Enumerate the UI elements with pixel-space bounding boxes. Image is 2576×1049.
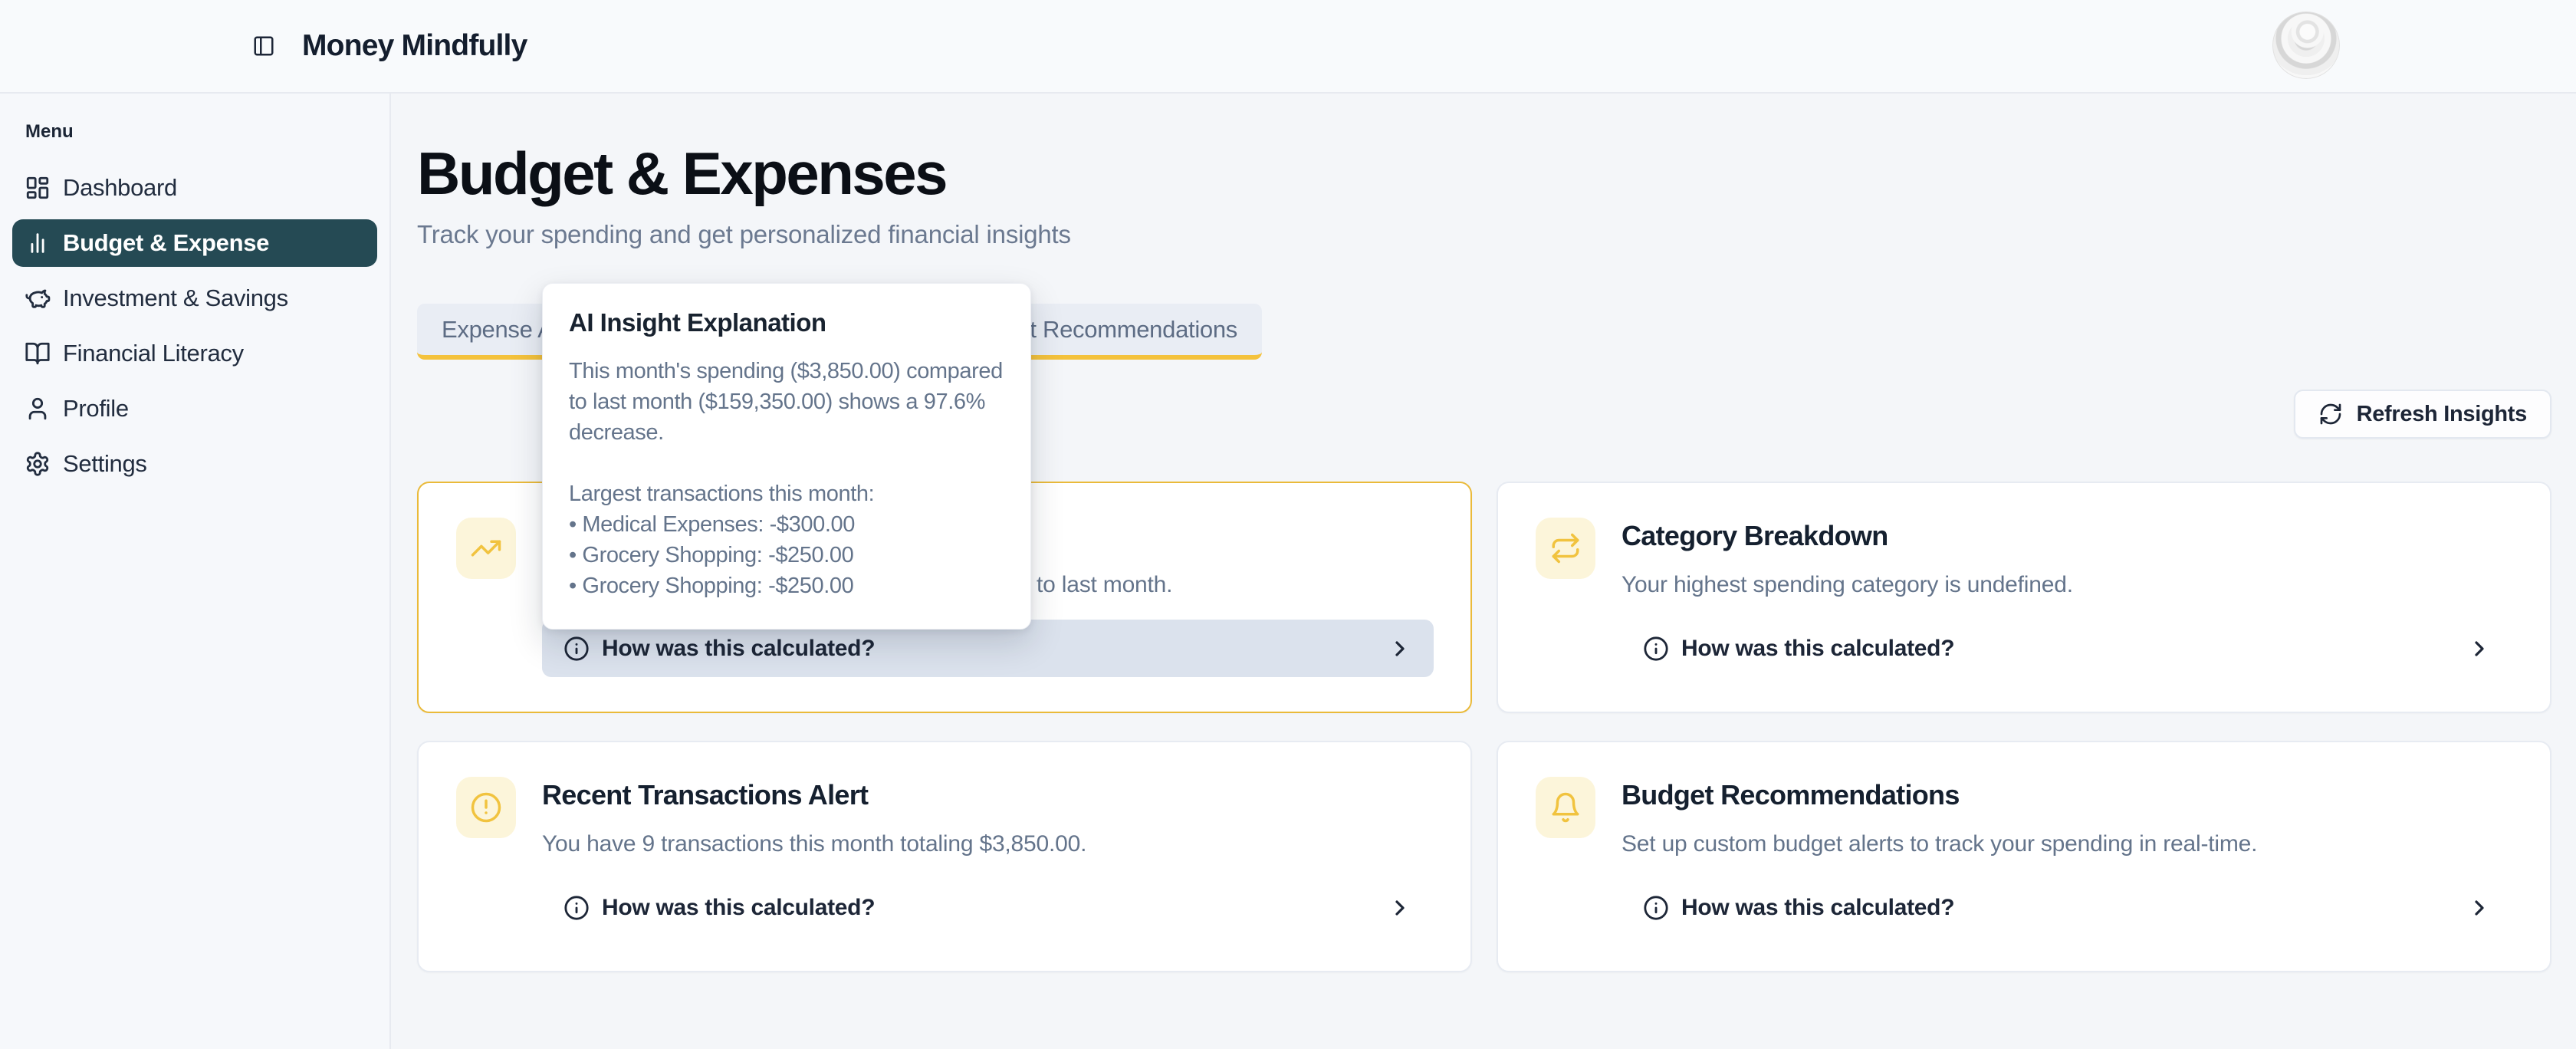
how-calculated-label: How was this calculated?	[602, 895, 875, 921]
trending-up-icon	[456, 518, 516, 579]
refresh-icon	[2318, 402, 2343, 426]
how-calculated-label: How was this calculated?	[1681, 636, 1954, 662]
sidebar-toggle-button[interactable]	[247, 29, 281, 63]
refresh-insights-label: Refresh Insights	[2357, 402, 2527, 427]
info-icon	[1643, 636, 1669, 662]
card-title: Recent Transactions Alert	[542, 778, 1434, 812]
info-icon	[564, 895, 590, 921]
app-title: Money Mindfully	[302, 29, 527, 63]
user-icon	[25, 396, 51, 422]
page-title: Budget & Expenses	[417, 140, 2551, 207]
tab-recommendations[interactable]: ct Recommendations	[1018, 316, 1237, 344]
chevron-right-icon	[1388, 896, 1412, 920]
how-calculated-label: How was this calculated?	[602, 636, 875, 662]
user-avatar[interactable]	[2272, 12, 2340, 79]
card-title: Budget Recommendations	[1622, 778, 2513, 812]
sidebar-item-financial-literacy[interactable]: Financial Literacy	[12, 330, 377, 377]
app-root: Money Mindfully Menu Dashboard Budget & …	[0, 0, 2576, 1049]
refresh-insights-button[interactable]: Refresh Insights	[2294, 390, 2551, 439]
card-body: Budget Recommendations Set up custom bud…	[1622, 777, 2513, 971]
sidebar-item-settings[interactable]: Settings	[12, 440, 377, 488]
repeat-icon	[1536, 518, 1595, 579]
how-calculated-button[interactable]: How was this calculated?	[542, 879, 1434, 936]
card-body: Recent Transactions Alert You have 9 tra…	[542, 777, 1434, 971]
sidebar-nav: Dashboard Budget & Expense Investment & …	[12, 164, 377, 488]
card-body: Category Breakdown Your highest spending…	[1622, 518, 2513, 712]
sidebar-item-profile[interactable]: Profile	[12, 385, 377, 432]
sidebar-item-label: Dashboard	[63, 174, 177, 202]
book-open-icon	[25, 340, 51, 367]
sidebar-menu-label: Menu	[25, 121, 377, 143]
how-calculated-button[interactable]: How was this calculated?	[1622, 620, 2513, 677]
how-calculated-label: How was this calculated?	[1681, 895, 1954, 921]
chevron-right-icon	[2467, 896, 2492, 920]
gear-icon	[25, 451, 51, 477]
sidebar-item-label: Financial Literacy	[63, 340, 244, 367]
top-header: Money Mindfully	[0, 0, 2576, 94]
bell-icon	[1536, 777, 1595, 838]
card-description: You have 9 transactions this month total…	[542, 830, 1434, 858]
chevron-right-icon	[2467, 636, 2492, 661]
tooltip-summary: This month's spending ($3,850.00) compar…	[569, 356, 1004, 448]
card-title: Category Breakdown	[1622, 519, 2513, 553]
sidebar-item-label: Investment & Savings	[63, 284, 288, 312]
dashboard-icon	[25, 175, 51, 201]
panel-left-icon	[252, 35, 275, 58]
alert-circle-icon	[456, 777, 516, 838]
sidebar-item-label: Settings	[63, 450, 147, 478]
sidebar-item-budget-expense[interactable]: Budget & Expense	[12, 219, 377, 267]
info-icon	[564, 636, 590, 662]
card-recent-transactions: Recent Transactions Alert You have 9 tra…	[417, 741, 1472, 972]
chevron-right-icon	[1388, 636, 1412, 661]
bar-chart-icon	[25, 230, 51, 256]
card-category-breakdown: Category Breakdown Your highest spending…	[1497, 482, 2551, 713]
card-budget-recommendations: Budget Recommendations Set up custom bud…	[1497, 741, 2551, 972]
ai-insight-tooltip: AI Insight Explanation This month's spen…	[542, 283, 1031, 630]
sidebar-item-label: Budget & Expense	[63, 229, 269, 257]
sidebar-item-dashboard[interactable]: Dashboard	[12, 164, 377, 212]
sidebar-item-label: Profile	[63, 395, 129, 423]
tooltip-title: AI Insight Explanation	[569, 308, 1004, 337]
card-description: Set up custom budget alerts to track you…	[1622, 830, 2513, 858]
how-calculated-button[interactable]: How was this calculated?	[1622, 879, 2513, 936]
sidebar: Menu Dashboard Budget & Expense Investme…	[0, 94, 391, 1049]
piggy-bank-icon	[25, 285, 51, 311]
tooltip-transactions: Largest transactions this month: • Medic…	[569, 478, 1004, 601]
info-icon	[1643, 895, 1669, 921]
sidebar-item-investment-savings[interactable]: Investment & Savings	[12, 275, 377, 322]
card-description: Your highest spending category is undefi…	[1622, 571, 2513, 599]
page-subtitle: Track your spending and get personalized…	[417, 221, 2551, 248]
